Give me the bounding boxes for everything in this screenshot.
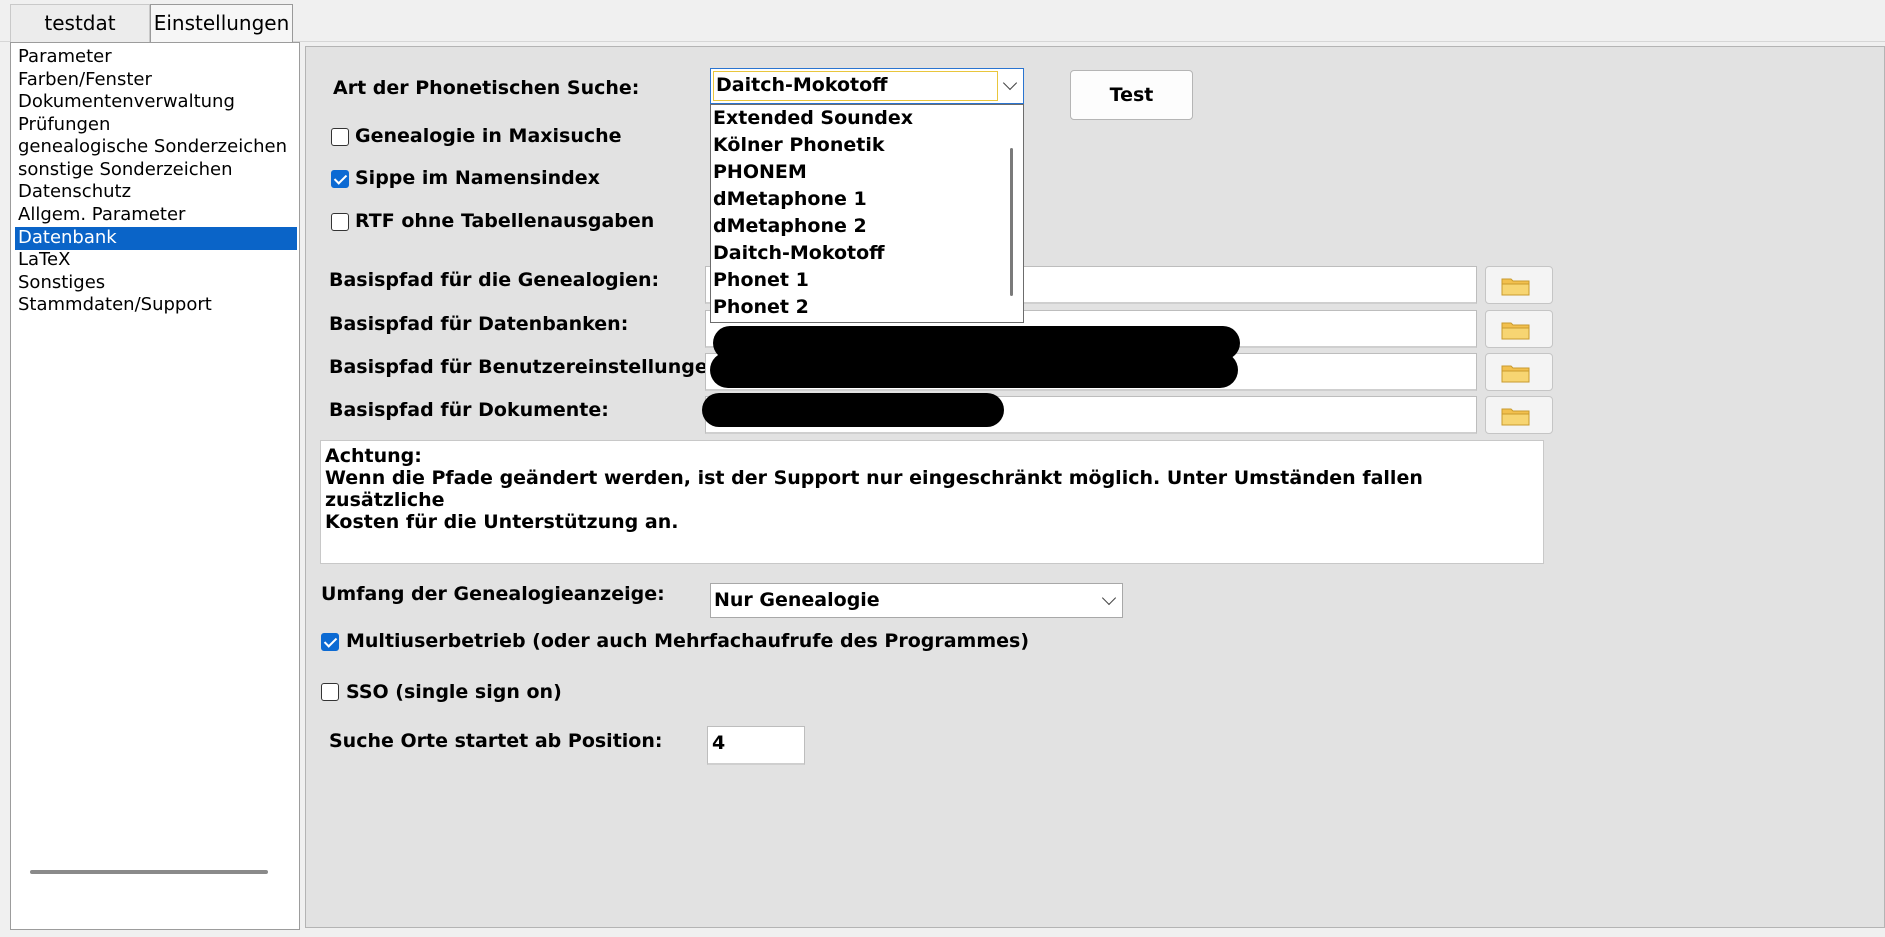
phonetic-search-label: Art der Phonetischen Suche: bbox=[333, 77, 640, 99]
dropdown-option-dmetaphone-1[interactable]: dMetaphone 1 bbox=[713, 186, 867, 213]
folder-icon bbox=[1501, 322, 1530, 340]
suche-orte-position-input[interactable]: 4 bbox=[707, 726, 805, 765]
nav-item-latex[interactable]: LaTeX bbox=[18, 249, 298, 272]
path-datenbanken-label: Basispfad für Datenbanken: bbox=[329, 313, 629, 335]
folder-icon bbox=[1501, 278, 1530, 296]
path-datenbanken-browse-button[interactable] bbox=[1485, 310, 1553, 348]
dropdown-scrollbar[interactable] bbox=[1010, 148, 1013, 296]
support-warning-text: Achtung: Wenn die Pfade geändert werden,… bbox=[320, 440, 1544, 564]
nav-item-farben-fenster[interactable]: Farben/Fenster bbox=[18, 69, 298, 92]
dropdown-option-phonem[interactable]: PHONEM bbox=[713, 159, 807, 186]
suche-orte-label: Suche Orte startet ab Position: bbox=[329, 730, 663, 752]
genealogie-umfang-label: Umfang der Genealogieanzeige: bbox=[321, 583, 665, 605]
dropdown-option-extended-soundex[interactable]: Extended Soundex bbox=[713, 105, 913, 132]
nav-item-datenschutz[interactable]: Datenschutz bbox=[18, 181, 298, 204]
path-dokumente-label: Basispfad für Dokumente: bbox=[329, 399, 609, 421]
multiuser-label: Multiuserbetrieb (oder auch Mehrfachaufr… bbox=[346, 630, 1030, 652]
genealogie-umfang-select[interactable]: Nur Genealogie bbox=[710, 583, 1123, 618]
dropdown-option-phonet-2[interactable]: Phonet 2 bbox=[713, 294, 809, 321]
folder-icon bbox=[1501, 365, 1530, 383]
rtf-ohne-tabellen-checkbox[interactable] bbox=[331, 213, 349, 231]
phonetic-search-value: Daitch-Mokotoff bbox=[716, 74, 888, 96]
dropdown-option-dmetaphone-2[interactable]: dMetaphone 2 bbox=[713, 213, 867, 240]
nav-item-sonstige-sonderzeichen[interactable]: sonstige Sonderzeichen bbox=[18, 159, 298, 182]
redaction-mark bbox=[710, 352, 1238, 388]
sso-checkbox[interactable] bbox=[321, 683, 339, 701]
nav-item-stammdaten-support[interactable]: Stammdaten/Support bbox=[18, 294, 298, 317]
path-genealogien-browse-button[interactable] bbox=[1485, 266, 1553, 304]
test-button[interactable]: Test bbox=[1070, 70, 1193, 120]
genealogie-umfang-value: Nur Genealogie bbox=[714, 589, 880, 611]
chevron-down-icon[interactable] bbox=[1002, 75, 1018, 91]
redaction-mark bbox=[702, 393, 1004, 427]
rtf-ohne-tabellen-label: RTF ohne Tabellenausgaben bbox=[355, 210, 655, 232]
genealogie-maxisuche-label: Genealogie in Maxisuche bbox=[355, 125, 622, 147]
path-dokumente-browse-button[interactable] bbox=[1485, 396, 1553, 434]
sso-label: SSO (single sign on) bbox=[346, 681, 562, 703]
tab-testdat[interactable]: testdat bbox=[10, 4, 150, 42]
nav-horizontal-scrollbar[interactable] bbox=[30, 870, 268, 874]
nav-item-allgem-parameter[interactable]: Allgem. Parameter bbox=[18, 204, 298, 227]
nav-item-dokumentenverwaltung[interactable]: Dokumentenverwaltung bbox=[18, 91, 298, 114]
nav-item-sonstiges[interactable]: Sonstiges bbox=[18, 272, 298, 295]
path-genealogien-label: Basispfad für die Genealogien: bbox=[329, 269, 660, 291]
dropdown-option-koelner-phonetik[interactable]: Kölner Phonetik bbox=[713, 132, 885, 159]
phonetic-search-dropdown-list[interactable]: Extended Soundex Kölner Phonetik PHONEM … bbox=[710, 104, 1024, 323]
multiuser-checkbox[interactable] bbox=[321, 633, 339, 651]
genealogie-maxisuche-checkbox[interactable] bbox=[331, 128, 349, 146]
nav-item-pruefungen[interactable]: Prüfungen bbox=[18, 114, 298, 137]
dropdown-option-phonet-1[interactable]: Phonet 1 bbox=[713, 267, 809, 294]
dropdown-option-daitch-mokotoff[interactable]: Daitch-Mokotoff bbox=[713, 240, 885, 267]
tab-einstellungen[interactable]: Einstellungen bbox=[150, 4, 293, 42]
phonetic-search-select[interactable]: Daitch-Mokotoff bbox=[710, 68, 1024, 104]
sippe-namensindex-label: Sippe im Namensindex bbox=[355, 167, 600, 189]
path-benutzer-label: Basispfad für Benutzereinstellungen: bbox=[329, 356, 729, 378]
sippe-namensindex-checkbox[interactable] bbox=[331, 170, 349, 188]
chevron-down-icon bbox=[1101, 590, 1117, 606]
nav-item-datenbank[interactable]: Datenbank bbox=[15, 227, 297, 250]
settings-nav-list[interactable]: Parameter Farben/Fenster Dokumentenverwa… bbox=[10, 42, 300, 930]
nav-item-parameter[interactable]: Parameter bbox=[18, 46, 298, 69]
folder-icon bbox=[1501, 408, 1530, 426]
path-benutzer-browse-button[interactable] bbox=[1485, 353, 1553, 391]
nav-item-genealogische-sonderzeichen[interactable]: genealogische Sonderzeichen bbox=[18, 136, 298, 159]
